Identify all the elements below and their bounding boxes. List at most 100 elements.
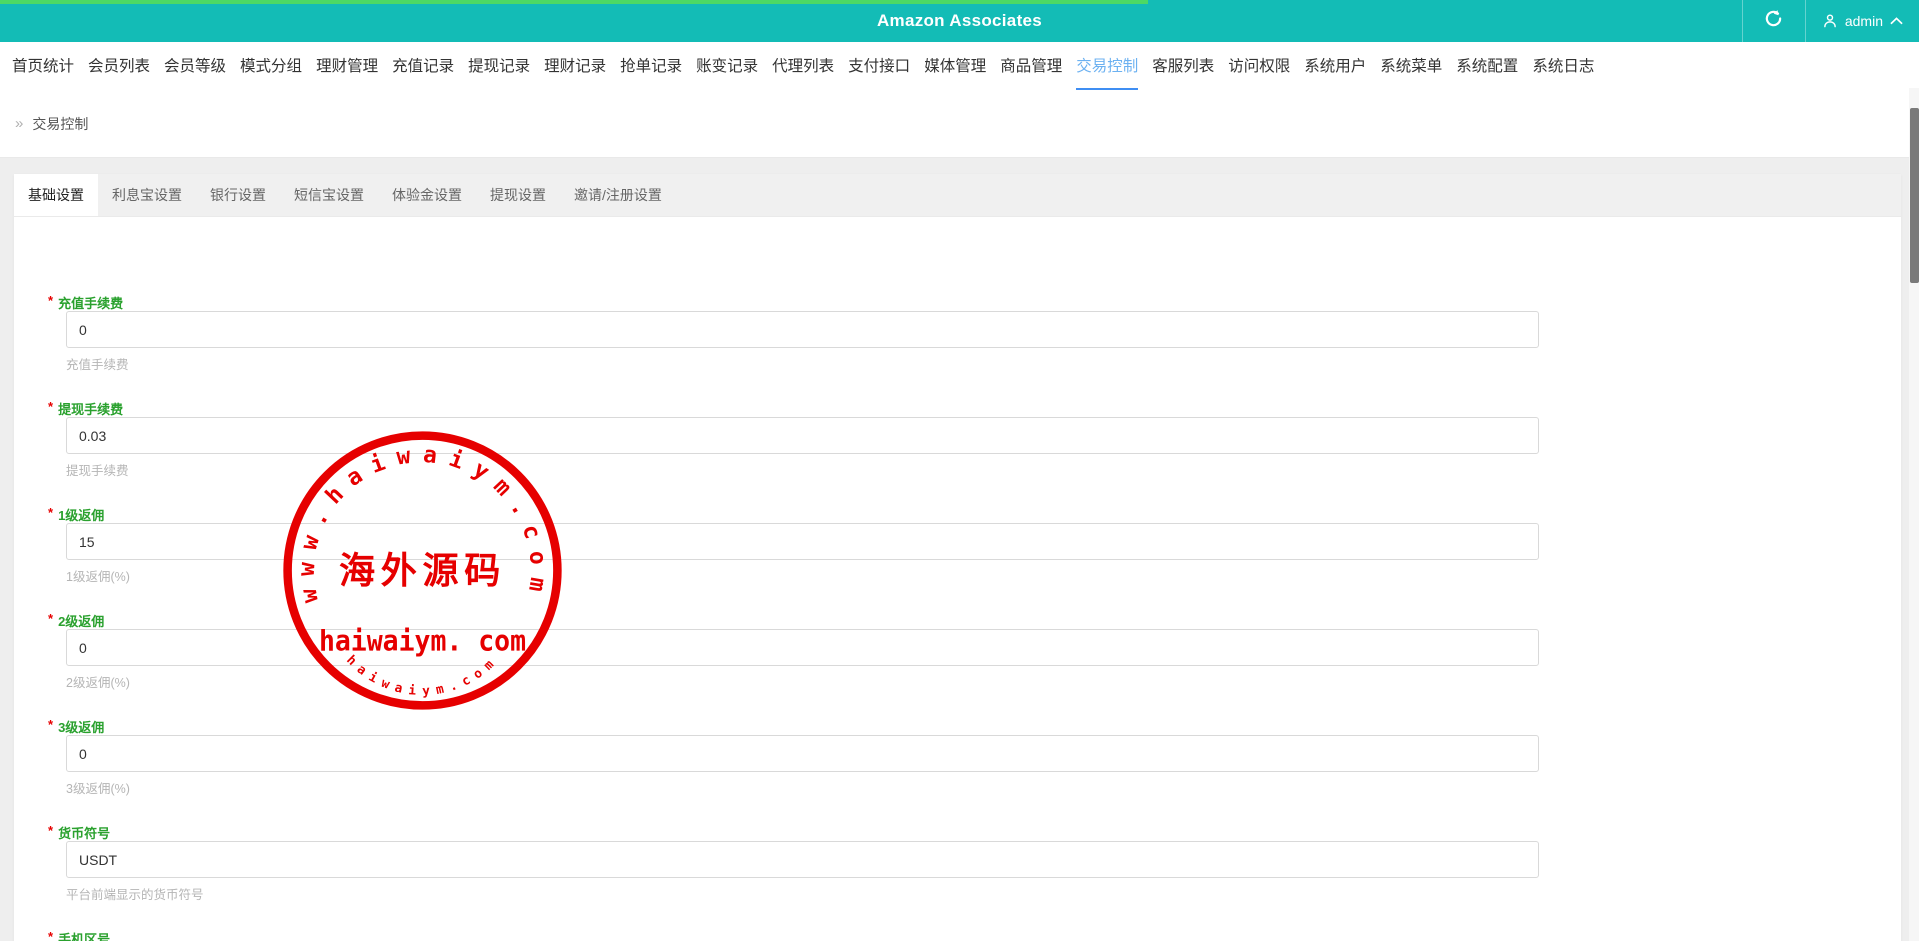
tab-label: 提现设置: [490, 185, 546, 205]
content-card: 基础设置 利息宝设置 银行设置 短信宝设置 体验金设置: [14, 174, 1901, 941]
nav-item-label: 系统配置: [1456, 54, 1518, 76]
tab-label: 短信宝设置: [294, 185, 364, 205]
settings-tab[interactable]: 基础设置: [14, 174, 98, 216]
nav-item-label: 代理列表: [772, 54, 834, 76]
vertical-scrollbar: [1909, 88, 1919, 941]
settings-form: * 充值手续费 充值手续费 * 提现手续费 提现手续费: [14, 217, 1901, 941]
field-helper-text: 2级返佣(%): [66, 672, 1901, 688]
settings-tab[interactable]: 银行设置: [196, 174, 280, 216]
user-menu-button[interactable]: admin: [1806, 0, 1919, 42]
required-asterisk: *: [48, 293, 53, 308]
field-input[interactable]: [66, 523, 1539, 560]
field-helper-text: 3级返佣(%): [66, 778, 1901, 794]
tab-label: 邀请/注册设置: [574, 185, 662, 205]
nav-item[interactable]: 系统用户: [1304, 42, 1366, 90]
form-field: * 充值手续费 充值手续费: [48, 293, 1901, 370]
nav-item[interactable]: 抢单记录: [620, 42, 682, 90]
settings-tab[interactable]: 提现设置: [476, 174, 560, 216]
header-actions: admin: [1742, 0, 1919, 42]
nav-item-label: 会员列表: [88, 54, 150, 76]
nav-item[interactable]: 代理列表: [772, 42, 834, 90]
field-label-text: 提现手续费: [58, 399, 123, 418]
field-label: * 2级返佣: [48, 611, 1901, 629]
required-asterisk: *: [48, 611, 53, 626]
settings-tab[interactable]: 邀请/注册设置: [560, 174, 676, 216]
tab-label: 利息宝设置: [112, 185, 182, 205]
field-input[interactable]: [66, 311, 1539, 348]
nav-item[interactable]: 系统配置: [1456, 42, 1518, 90]
nav-item-label: 理财管理: [316, 54, 378, 76]
app-header: Amazon Associates admin: [0, 0, 1919, 42]
form-field: * 3级返佣 3级返佣(%): [48, 717, 1901, 794]
field-input[interactable]: [66, 629, 1539, 666]
field-label-text: 2级返佣: [58, 611, 104, 630]
nav-item[interactable]: 系统菜单: [1380, 42, 1442, 90]
nav-item[interactable]: 理财管理: [316, 42, 378, 90]
nav-item[interactable]: 客服列表: [1152, 42, 1214, 90]
tab-label: 体验金设置: [392, 185, 462, 205]
field-label: * 3级返佣: [48, 717, 1901, 735]
field-label: * 提现手续费: [48, 399, 1901, 417]
user-name: admin: [1845, 13, 1883, 29]
nav-item[interactable]: 媒体管理: [924, 42, 986, 90]
refresh-icon: [1764, 9, 1783, 33]
field-input[interactable]: [66, 735, 1539, 772]
settings-tab[interactable]: 体验金设置: [378, 174, 476, 216]
nav-item[interactable]: 系统日志: [1532, 42, 1594, 90]
nav-item-label: 媒体管理: [924, 54, 986, 76]
scrollbar-thumb[interactable]: [1910, 108, 1919, 283]
tab-label: 基础设置: [28, 185, 84, 205]
nav-item[interactable]: 充值记录: [392, 42, 454, 90]
nav-item[interactable]: 会员列表: [88, 42, 150, 90]
nav-item[interactable]: 首页统计: [12, 42, 74, 90]
nav-item-label: 交易控制: [1076, 54, 1138, 76]
field-label-text: 1级返佣: [58, 505, 104, 524]
nav-item-label: 账变记录: [696, 54, 758, 76]
settings-tab[interactable]: 利息宝设置: [98, 174, 196, 216]
nav-item-label: 访问权限: [1228, 54, 1290, 76]
field-label-text: 手机区号: [58, 929, 110, 941]
nav-item-label: 系统菜单: [1380, 54, 1442, 76]
nav-item[interactable]: 理财记录: [544, 42, 606, 90]
field-label: * 手机区号: [48, 929, 1901, 941]
required-asterisk: *: [48, 929, 53, 941]
nav-item[interactable]: 会员等级: [164, 42, 226, 90]
form-field: * 提现手续费 提现手续费: [48, 399, 1901, 476]
nav-item-label: 提现记录: [468, 54, 530, 76]
field-input[interactable]: [66, 417, 1539, 454]
nav-item[interactable]: 模式分组: [240, 42, 302, 90]
nav-item-label: 模式分组: [240, 54, 302, 76]
field-helper-text: 平台前端显示的货币符号: [66, 884, 1901, 900]
field-label: * 1级返佣: [48, 505, 1901, 523]
page-background: 基础设置 利息宝设置 银行设置 短信宝设置 体验金设置: [0, 158, 1919, 941]
required-asterisk: *: [48, 717, 53, 732]
field-helper-text: 提现手续费: [66, 460, 1901, 476]
nav-item-label: 支付接口: [848, 54, 910, 76]
breadcrumb-arrows-icon: »: [15, 115, 23, 132]
settings-tab[interactable]: 短信宝设置: [280, 174, 378, 216]
refresh-button[interactable]: [1742, 0, 1806, 42]
nav-item-label: 首页统计: [12, 54, 74, 76]
nav-item[interactable]: 商品管理: [1000, 42, 1062, 90]
field-helper-text: 1级返佣(%): [66, 566, 1901, 582]
nav-item[interactable]: 访问权限: [1228, 42, 1290, 90]
loading-progress-bar: [0, 0, 1148, 4]
field-helper-text: 充值手续费: [66, 354, 1901, 370]
nav-item-label: 充值记录: [392, 54, 454, 76]
nav-item-label: 理财记录: [544, 54, 606, 76]
chevron-up-icon: [1890, 17, 1903, 25]
nav-item[interactable]: 支付接口: [848, 42, 910, 90]
form-field: * 货币符号 平台前端显示的货币符号: [48, 823, 1901, 900]
nav-item[interactable]: 交易控制: [1076, 42, 1138, 90]
nav-item-label: 客服列表: [1152, 54, 1214, 76]
required-asterisk: *: [48, 505, 53, 520]
tab-label: 银行设置: [210, 185, 266, 205]
field-label: * 货币符号: [48, 823, 1901, 841]
field-input[interactable]: [66, 841, 1539, 878]
nav-item-label: 系统日志: [1532, 54, 1594, 76]
user-icon: [1822, 13, 1838, 29]
nav-item[interactable]: 账变记录: [696, 42, 758, 90]
breadcrumb: » 交易控制: [0, 90, 1919, 158]
field-label-text: 货币符号: [58, 823, 110, 842]
nav-item[interactable]: 提现记录: [468, 42, 530, 90]
